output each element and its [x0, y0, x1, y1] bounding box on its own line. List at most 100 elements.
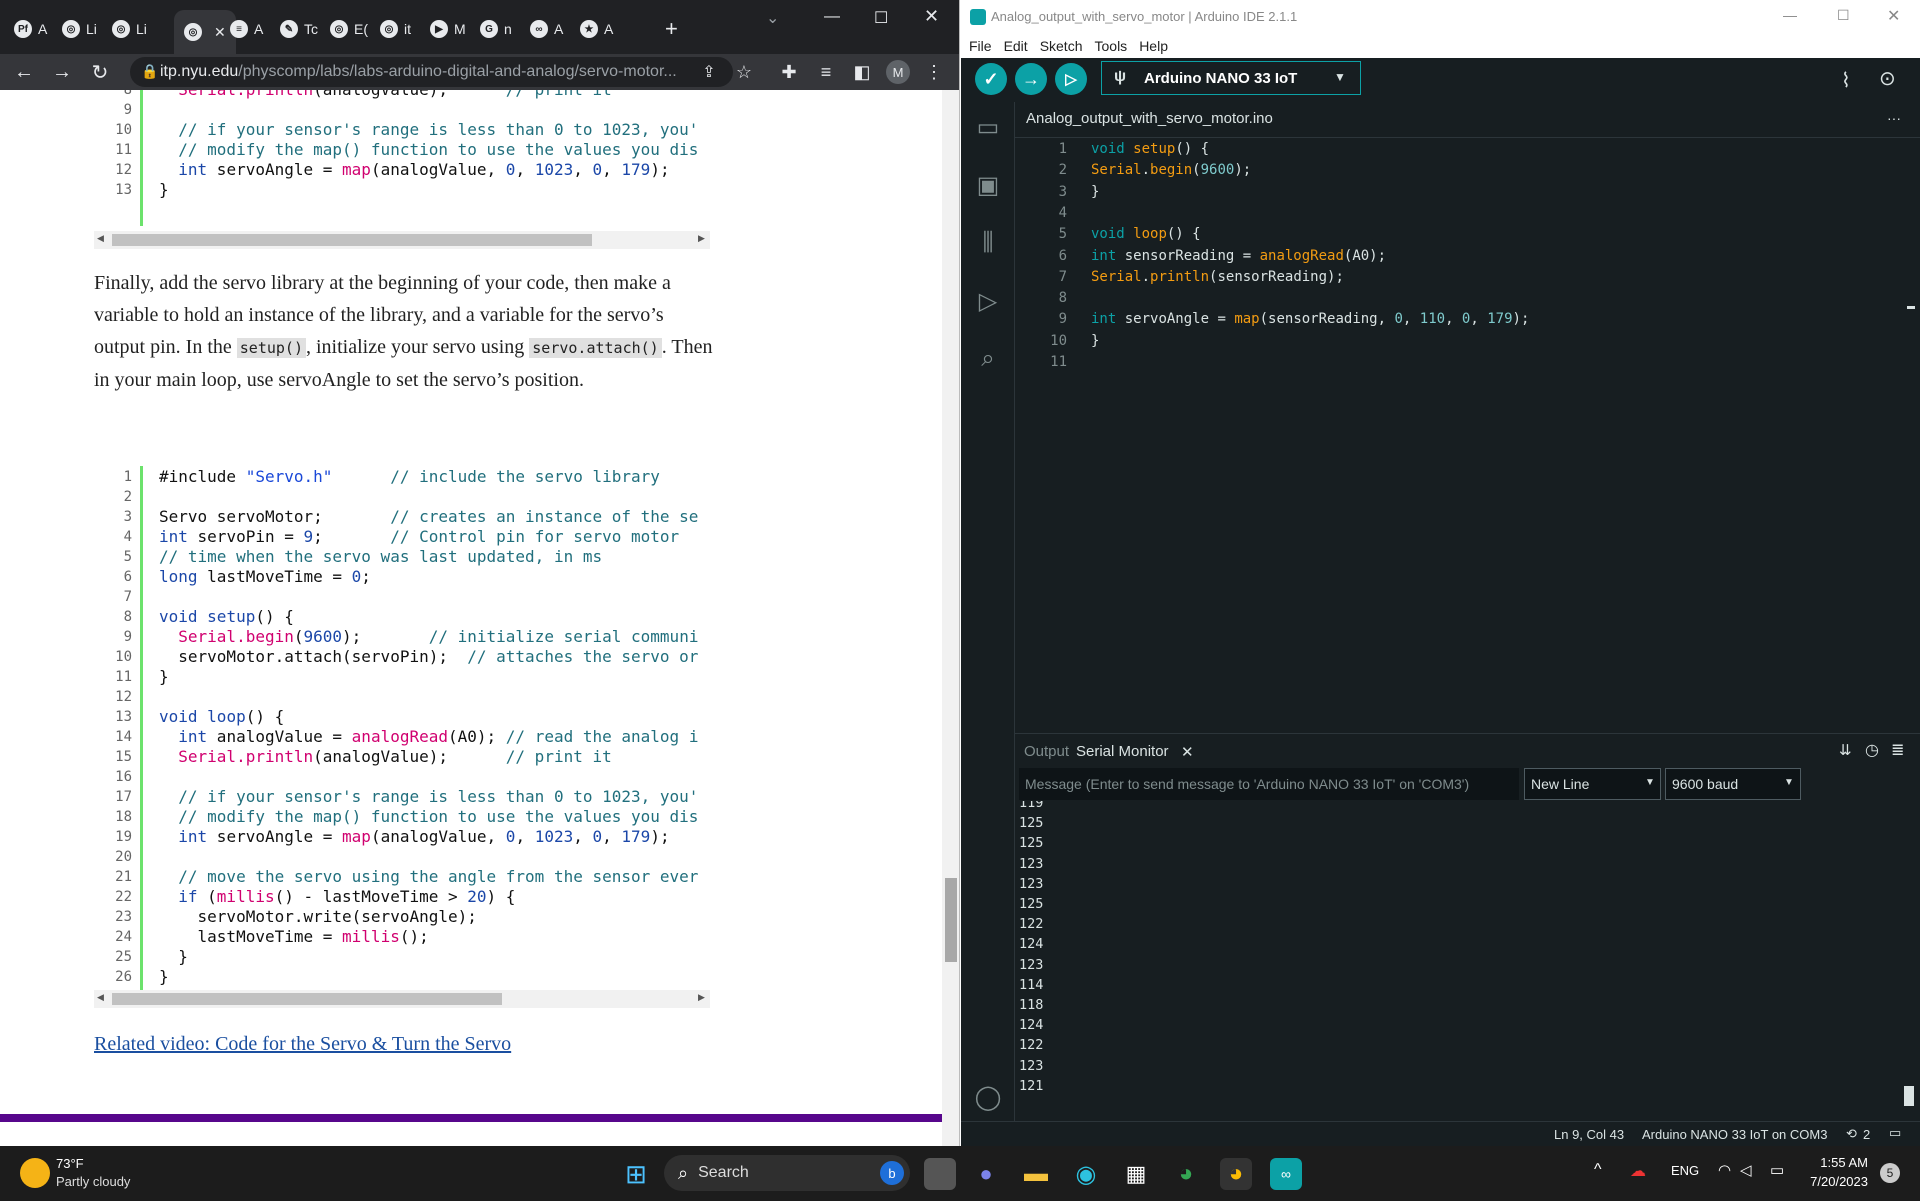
- tab-close-icon[interactable]: ✕: [214, 24, 226, 41]
- browser-tab[interactable]: ≡ A: [230, 12, 263, 46]
- page-scrollbar-thumb[interactable]: [945, 878, 957, 962]
- edge-icon[interactable]: ◉: [1070, 1158, 1102, 1190]
- code-editor[interactable]: 1 void setup() {2 Serial.begin(9600); 3} 4 5 v…: [1015, 138, 1920, 733]
- sketchbook-folder-icon[interactable]: ▭: [973, 112, 1003, 142]
- onedrive-icon[interactable]: ☁: [1630, 1161, 1646, 1181]
- close-serial-monitor-icon[interactable]: ✕: [1181, 743, 1194, 761]
- language-indicator[interactable]: ENG: [1671, 1163, 1699, 1178]
- browser-tab[interactable]: ∞ A: [530, 12, 563, 46]
- taskbar-search[interactable]: ⌕ Search b: [664, 1155, 910, 1191]
- teams-chat-icon[interactable]: ●: [970, 1158, 1002, 1190]
- ide-minimize-icon[interactable]: —: [1783, 7, 1797, 23]
- boards-manager-icon[interactable]: ▣: [973, 170, 1003, 200]
- timestamp-icon[interactable]: ◷: [1865, 740, 1879, 760]
- menu-sketch[interactable]: Sketch: [1040, 38, 1083, 54]
- browser-tab[interactable]: ★ A: [580, 12, 613, 46]
- globe-icon: ◎: [330, 20, 348, 38]
- code-line: }: [159, 180, 169, 199]
- line-number: 5: [1058, 226, 1067, 243]
- extensions-icon[interactable]: ✚: [777, 60, 801, 84]
- serial-scrollbar-thumb[interactable]: [1904, 1086, 1914, 1106]
- volume-icon[interactable]: ◁: [1740, 1161, 1752, 1179]
- browser-tab[interactable]: ◎ ✕: [174, 10, 236, 54]
- browser-tab[interactable]: ▶ M: [430, 12, 466, 46]
- chrome-profile-icon[interactable]: ◕: [1170, 1158, 1202, 1190]
- maximize-icon[interactable]: ☐: [874, 8, 888, 28]
- back-icon[interactable]: ←: [12, 60, 36, 84]
- debug-panel-icon[interactable]: ▷: [973, 286, 1003, 316]
- serial-line: 123: [1019, 956, 1044, 973]
- menu-help[interactable]: Help: [1139, 38, 1168, 54]
- browser-tab[interactable]: Pf A: [14, 12, 47, 46]
- browser-tab[interactable]: ◎ Li: [112, 12, 147, 46]
- file-explorer-icon[interactable]: ▬: [1020, 1158, 1052, 1190]
- close-icon[interactable]: ✕: [924, 6, 939, 27]
- pen-icon: ✎: [280, 20, 298, 38]
- notification-badge[interactable]: 5: [1880, 1163, 1900, 1183]
- serial-monitor-icon[interactable]: ⊙: [1879, 66, 1896, 91]
- line-number: 23: [115, 909, 132, 925]
- chrome-icon[interactable]: ◕: [1220, 1158, 1252, 1190]
- tab-serial-monitor[interactable]: Serial Monitor: [1076, 743, 1169, 760]
- new-tab-button[interactable]: +: [665, 12, 678, 46]
- account-icon[interactable]: ◯: [973, 1082, 1003, 1112]
- verify-button[interactable]: ✓: [975, 63, 1007, 95]
- serial-message-input[interactable]: Message (Enter to send message to 'Ardui…: [1019, 768, 1519, 800]
- reload-icon[interactable]: ↻: [88, 60, 112, 84]
- weather-desc[interactable]: Partly cloudy: [56, 1174, 130, 1189]
- browser-tab[interactable]: ✎ Tc: [280, 12, 318, 46]
- line-ending-select[interactable]: New Line ▼: [1524, 768, 1661, 800]
- file-tab[interactable]: Analog_output_with_servo_motor.ino: [1026, 110, 1273, 127]
- page-scrollbar[interactable]: [942, 90, 959, 1146]
- menu-edit[interactable]: Edit: [1004, 38, 1028, 54]
- board-selector[interactable]: ψ Arduino NANO 33 IoT ▼: [1101, 61, 1361, 95]
- more-tabs-icon[interactable]: ···: [1887, 110, 1901, 126]
- search-icon[interactable]: ⌕: [973, 344, 1003, 374]
- forward-icon[interactable]: →: [50, 60, 74, 84]
- notifications-icon[interactable]: ⟲: [1846, 1126, 1857, 1142]
- bookmark-star-icon[interactable]: ☆: [732, 60, 756, 84]
- related-video-link[interactable]: Related video: Code for the Servo & Turn…: [94, 1028, 714, 1060]
- share-icon[interactable]: ⇪: [697, 60, 721, 84]
- minimize-icon[interactable]: —: [824, 8, 840, 26]
- autoscroll-icon[interactable]: ⇊: [1839, 741, 1852, 759]
- menu-tools[interactable]: Tools: [1095, 38, 1128, 54]
- weather-icon[interactable]: [20, 1158, 50, 1188]
- code-line: lastMoveTime = millis();: [159, 927, 429, 946]
- battery-icon[interactable]: ▭: [1770, 1161, 1784, 1179]
- clock-time[interactable]: 1:55 AM: [1808, 1155, 1868, 1170]
- ide-maximize-icon[interactable]: ☐: [1837, 7, 1850, 24]
- tab-output[interactable]: Output: [1024, 743, 1069, 760]
- library-manager-icon[interactable]: ⫼: [973, 228, 1003, 258]
- task-view-icon[interactable]: [924, 1158, 956, 1190]
- clock-date[interactable]: 7/20/2023: [1806, 1174, 1868, 1189]
- debug-button[interactable]: ▷: [1055, 63, 1087, 95]
- tray-chevron-icon[interactable]: ^: [1594, 1161, 1602, 1179]
- profile-avatar[interactable]: M: [886, 60, 910, 84]
- wifi-icon[interactable]: ◠: [1718, 1161, 1731, 1179]
- menu-file[interactable]: File: [969, 38, 992, 54]
- store-icon[interactable]: ▦: [1120, 1158, 1152, 1190]
- weather-temp[interactable]: 73°F: [56, 1156, 84, 1171]
- side-panel-icon[interactable]: ◧: [850, 60, 874, 84]
- baud-rate-select[interactable]: 9600 baud ▼: [1665, 768, 1801, 800]
- menu-icon[interactable]: ⋮: [922, 60, 946, 84]
- arduino-ide-taskbar-icon[interactable]: ∞: [1270, 1158, 1302, 1190]
- toggle-panel-icon[interactable]: ▭: [1889, 1125, 1901, 1141]
- code-main-scrollbar[interactable]: ◀ ▶: [94, 990, 710, 1008]
- address-bar[interactable]: 🔒 itp.nyu.edu/physcomp/labs/labs-arduino…: [130, 57, 733, 87]
- browser-tab[interactable]: ◎ E(: [330, 12, 368, 46]
- ide-close-icon[interactable]: ✕: [1887, 6, 1900, 26]
- upload-button[interactable]: →: [1015, 63, 1047, 95]
- serial-line: 118: [1019, 997, 1044, 1013]
- code-top-scrollbar[interactable]: ◀ ▶: [94, 231, 710, 249]
- media-control-icon[interactable]: ≡: [814, 60, 838, 84]
- browser-tab[interactable]: ◎ Li: [62, 12, 97, 46]
- start-windows-icon[interactable]: ⊞: [620, 1158, 652, 1190]
- serial-plotter-icon[interactable]: ⌇: [1841, 68, 1851, 93]
- browser-tab[interactable]: Gn: [480, 12, 512, 46]
- tab-search-icon[interactable]: ⌄: [766, 8, 779, 28]
- clear-output-icon[interactable]: ≣: [1891, 740, 1904, 760]
- browser-tab[interactable]: ◎ it: [380, 12, 411, 46]
- line-number: 13: [115, 709, 132, 725]
